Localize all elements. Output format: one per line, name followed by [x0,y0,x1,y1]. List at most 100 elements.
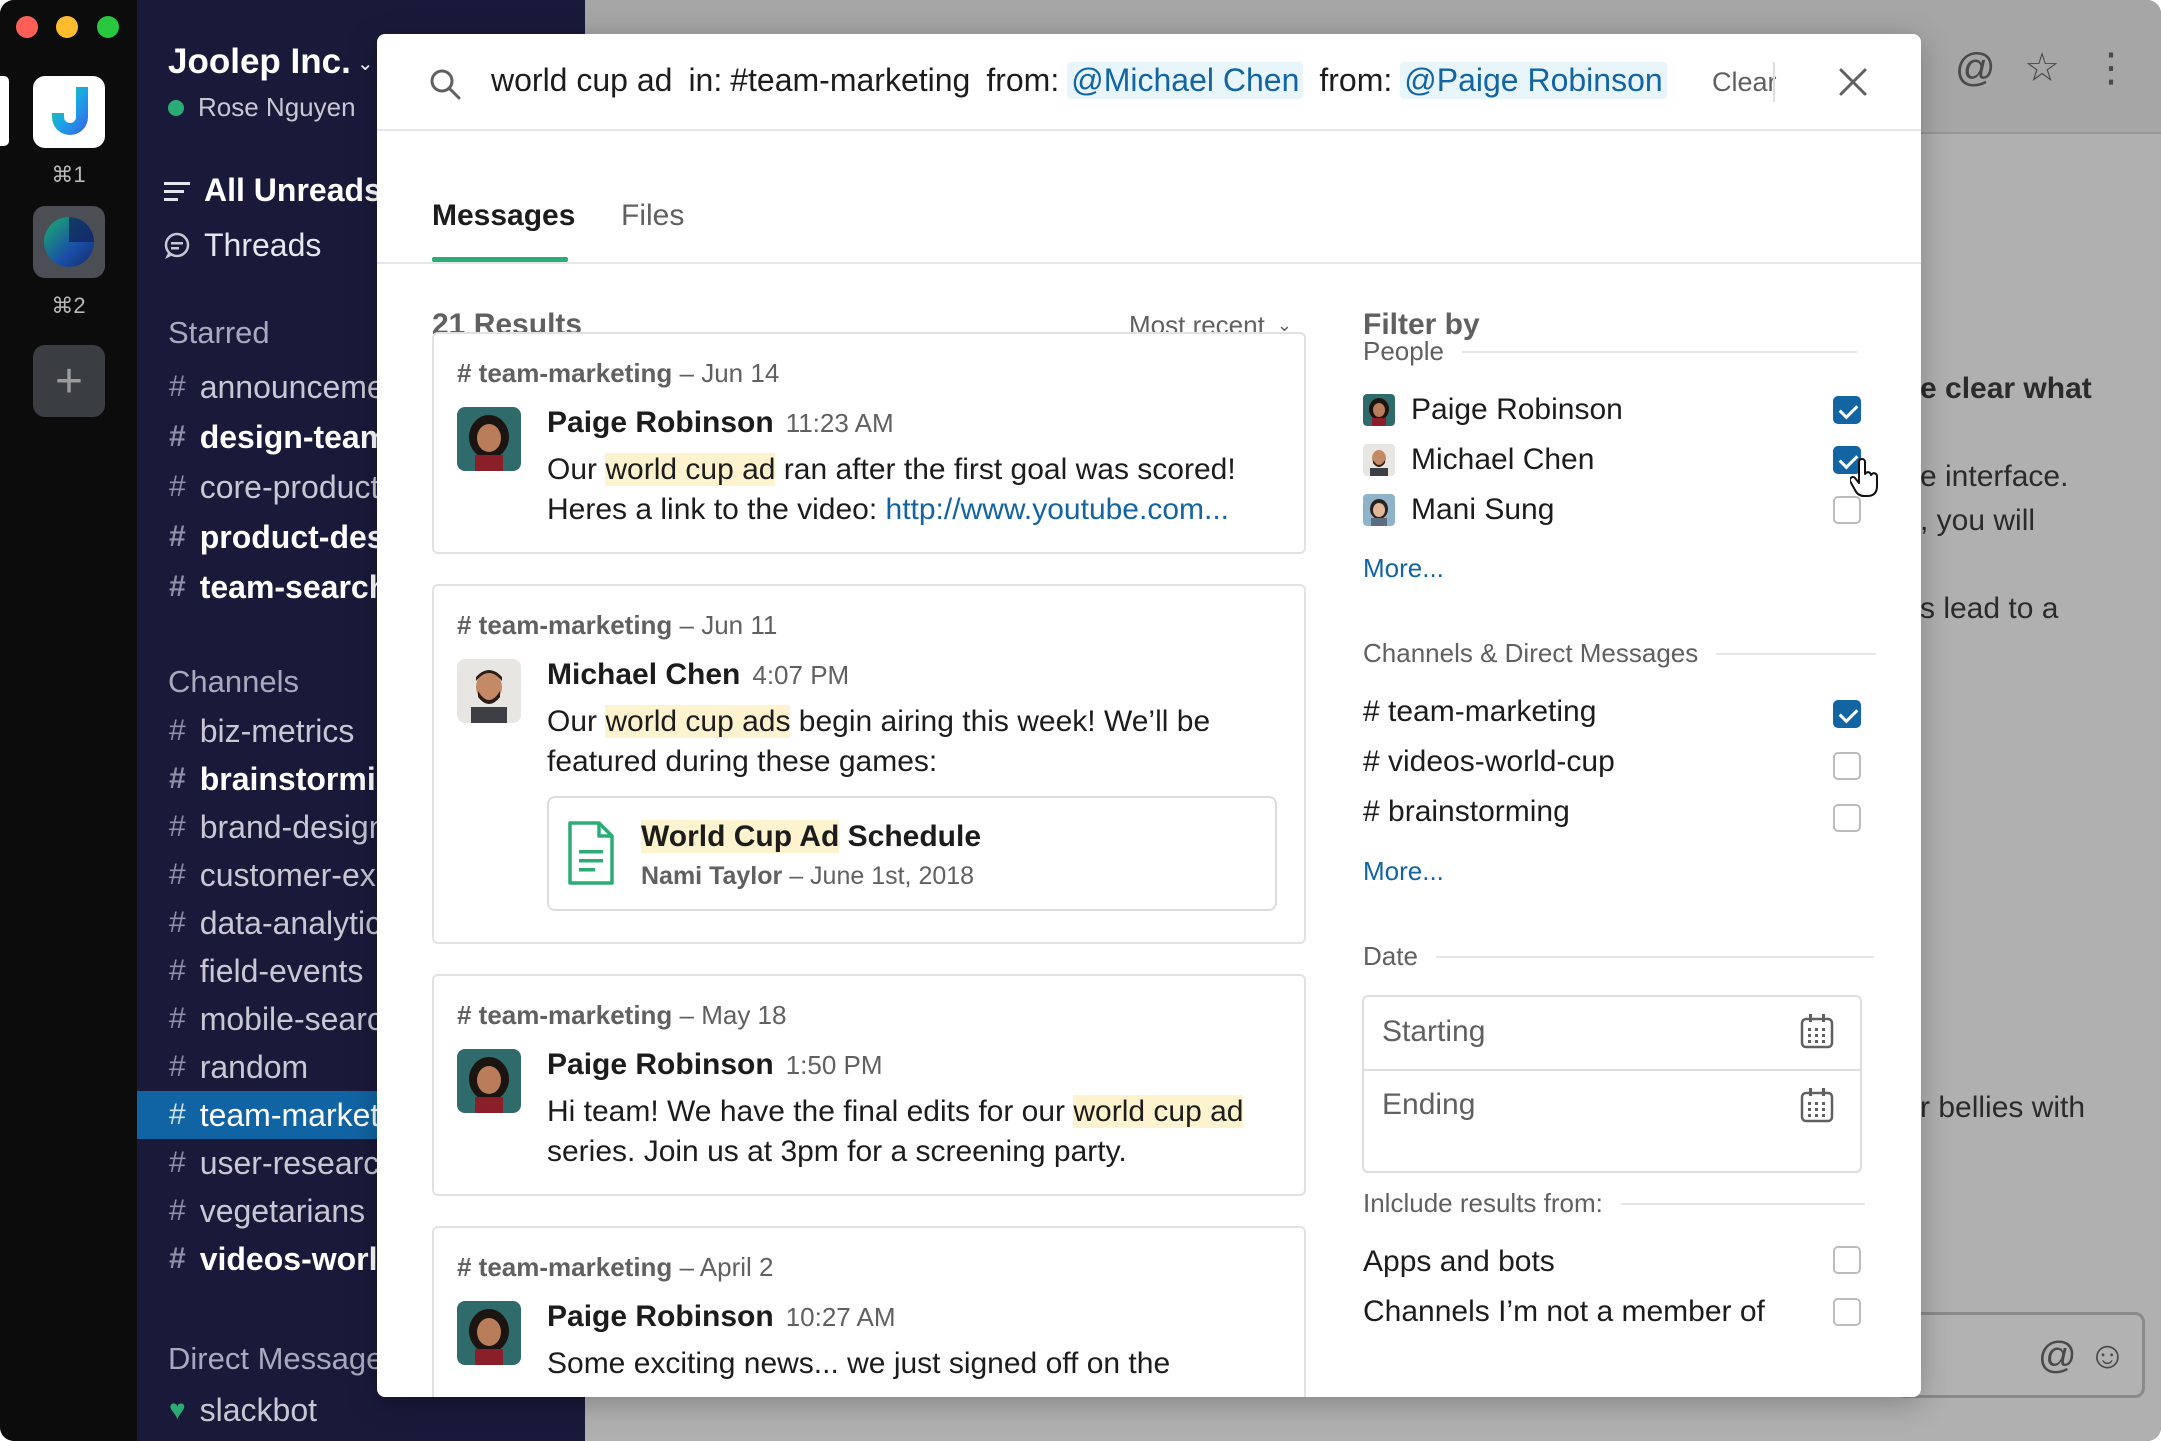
more-people-link[interactable]: More... [1363,553,1444,584]
file-title[interactable]: World Cup Ad Schedule [641,820,981,854]
search-highlight: World Cup Ad [641,820,840,853]
text-segment: Schedule [839,820,982,853]
team-name-menu[interactable]: Joolep Inc. ⌄ [168,42,374,82]
result-author[interactable]: Paige Robinson 11:23 AM [547,406,894,440]
filter-checkbox[interactable] [1833,1246,1861,1274]
add-workspace-button[interactable]: + [33,345,105,417]
date-end-field[interactable]: Ending [1364,1069,1860,1139]
filter-person[interactable]: Mani Sung [1363,488,1873,532]
hash-icon: # [169,714,186,747]
sidebar-item-label: customer-ex [199,856,376,893]
window-zoom-button[interactable] [97,16,119,38]
query-text: world cup ad [491,62,673,98]
search-highlight: world cup ads [605,705,791,738]
search-result[interactable]: # team-marketing – April 2 Paige Robinso… [432,1226,1306,1397]
search-result[interactable]: # team-marketing – Jun 11 Michael Chen 4:… [432,584,1306,944]
heart-icon: ♥ [169,1394,186,1425]
result-author[interactable]: Paige Robinson 1:50 PM [547,1048,883,1082]
dm-label: slackbot [199,1391,318,1428]
avatar[interactable] [457,1301,521,1365]
sidebar-item-label: field-events [199,952,364,989]
video-link[interactable]: http://www.youtube.com... [886,493,1230,526]
filter-channel[interactable]: # videos-world-cup [1363,740,1873,784]
filter-checkbox[interactable] [1833,1298,1861,1326]
result-channel[interactable]: # team-marketing [457,1000,672,1030]
result-channel[interactable]: # team-marketing [457,358,672,388]
section-channels[interactable]: Channels [168,664,299,700]
close-icon[interactable] [1835,64,1871,100]
result-text: Our world cup ad ran after the first goa… [547,450,1287,530]
filter-checkbox[interactable] [1833,752,1861,780]
result-channel[interactable]: # team-marketing [457,1252,672,1282]
hash-icon: # [169,1146,186,1179]
window-close-button[interactable] [16,16,38,38]
filter-checkbox[interactable] [1833,396,1861,424]
workspace-joolep[interactable] [33,76,105,148]
date-start-field[interactable]: Starting [1364,997,1860,1067]
avatar[interactable] [457,1049,521,1113]
query-from-user[interactable]: @Paige Robinson [1400,62,1667,99]
search-bar[interactable]: world cup ad in: #team-marketing from: @… [377,34,1921,131]
workspace-second[interactable] [33,206,105,278]
avatar[interactable] [457,659,521,723]
current-user[interactable]: Rose Nguyen [168,92,356,123]
at-mention-icon[interactable]: @ [1955,48,1996,88]
file-attachment[interactable]: World Cup Ad Schedule Nami Taylor – June… [547,796,1277,911]
filter-include-apps[interactable]: Apps and bots [1363,1240,1873,1284]
emoji-icon[interactable]: ☺ [2088,1335,2127,1378]
section-starred[interactable]: Starred [168,315,270,351]
filter-checkbox[interactable] [1833,496,1861,524]
filter-person[interactable]: Paige Robinson [1363,388,1873,432]
more-vertical-icon[interactable]: ⋮ [2091,48,2131,88]
filter-label: Michael Chen [1411,443,1595,476]
search-modal: world cup ad in: #team-marketing from: @… [377,34,1921,1397]
hash-icon: # [169,906,186,939]
filter-channel[interactable]: # team-marketing [1363,690,1873,734]
query-in-channel: #team-marketing [730,62,971,98]
query-from-label: from: [986,62,1060,98]
presence-online-icon [168,99,184,116]
sidebar-item-threads[interactable]: Threads [162,227,321,264]
hash-icon: # [169,1242,186,1275]
hash-icon: # [169,420,186,453]
tab-files[interactable]: Files [621,199,684,233]
result-author[interactable]: Paige Robinson 10:27 AM [547,1300,896,1334]
mention-icon[interactable]: @ [2038,1335,2077,1378]
result-time: 1:50 PM [785,1050,883,1080]
result-author[interactable]: Michael Chen 4:07 PM [547,658,849,692]
sidebar-item-label: core-product [199,468,380,505]
date-placeholder: Starting [1382,1015,1486,1048]
filter-include-nonmember-channels[interactable]: Channels I’m not a member of [1363,1290,1873,1334]
query-from-label: from: [1319,62,1393,98]
workspace-logo-icon [44,217,94,267]
text-segment: Some exciting news... we just signed off… [547,1347,1171,1380]
query-from-user[interactable]: @Michael Chen [1067,62,1304,99]
hash-icon: # [169,954,186,987]
filter-channel[interactable]: # brainstorming [1363,790,1873,834]
calendar-icon[interactable] [1800,1013,1834,1049]
window-minimize-button[interactable] [56,16,78,38]
filter-checkbox[interactable] [1833,700,1861,728]
section-direct-messages[interactable]: Direct Message [168,1341,383,1377]
calendar-icon[interactable] [1800,1087,1834,1123]
result-channel[interactable]: # team-marketing [457,610,672,640]
result-meta: # team-marketing – April 2 [457,1252,773,1283]
clear-search-button[interactable]: Clear [1712,67,1777,98]
search-query[interactable]: world cup ad in: #team-marketing from: @… [491,62,1683,99]
document-icon [568,821,614,885]
result-meta: # team-marketing – May 18 [457,1000,786,1031]
star-icon[interactable]: ☆ [2022,48,2062,88]
filter-label: Mani Sung [1411,493,1555,526]
filter-person[interactable]: Michael Chen [1363,438,1873,482]
filter-checkbox[interactable] [1833,804,1861,832]
sidebar-item-all-unreads[interactable]: All Unreads [162,172,382,209]
hash-icon: # [169,1098,186,1131]
section-label: Channels & Direct Messages [1363,638,1699,668]
tab-messages[interactable]: Messages [432,199,575,233]
message-composer[interactable]: @ ☺ [1895,1312,2145,1398]
avatar[interactable] [457,407,521,471]
more-channels-link[interactable]: More... [1363,856,1444,887]
search-result[interactable]: # team-marketing – Jun 14 Paige Robinson… [432,332,1306,554]
search-result[interactable]: # team-marketing – May 18 Paige Robinson… [432,974,1306,1196]
background-message-text: s lead to a [1920,592,2059,625]
